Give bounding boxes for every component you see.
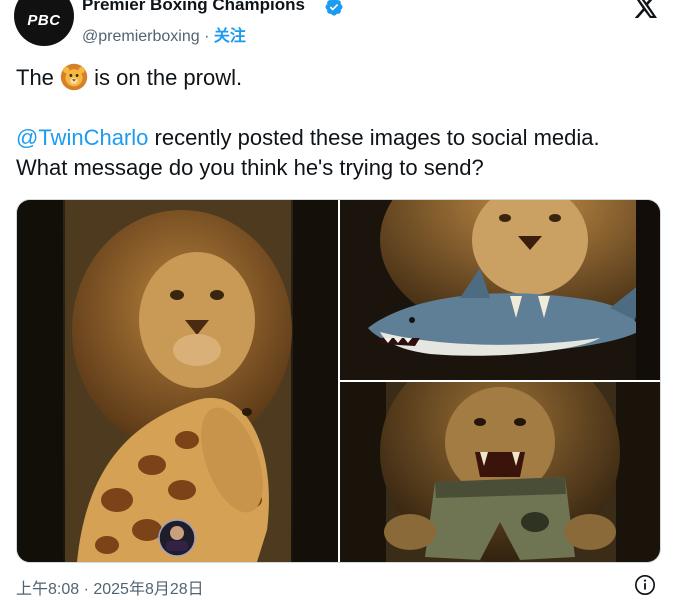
media-image-lion-shorts[interactable] — [340, 382, 660, 562]
avatar[interactable]: PBC — [14, 0, 74, 46]
tweet-text-end: is on the prowl. — [88, 65, 243, 90]
timestamp[interactable]: 上午8:08 · 2025年8月28日 — [16, 575, 204, 599]
tweet-text-start: The — [16, 65, 61, 90]
media-image-lion-giraffe[interactable] — [17, 200, 338, 562]
lion-emoji-icon — [60, 63, 88, 91]
info-icon[interactable] — [634, 574, 656, 596]
tweet-line-1: The is on the prowl. — [16, 63, 656, 93]
handle-row: @premierboxing · 关注 — [82, 22, 246, 46]
verified-badge-icon — [325, 0, 343, 16]
media-grid — [16, 199, 661, 563]
mention-link[interactable]: @TwinCharlo — [16, 125, 148, 150]
x-logo-icon[interactable] — [633, 0, 659, 18]
separator: · — [199, 28, 214, 45]
tweet-text: The is on the prowl. @TwinCharlo recentl… — [16, 63, 656, 183]
lion-giraffe-painting — [17, 200, 338, 562]
lion-shorts-painting — [340, 382, 660, 562]
tweet-card: PBC Premier Boxing Champions @premierbox… — [0, 0, 674, 600]
display-name[interactable]: Premier Boxing Champions — [82, 0, 305, 15]
media-image-lion-shark[interactable] — [340, 200, 660, 380]
tweet-line-2: @TwinCharlo recently posted these images… — [16, 123, 656, 183]
handle[interactable]: @premierboxing — [82, 28, 200, 45]
avatar-logo-text: PBC — [27, 11, 61, 29]
lion-shark-painting — [340, 200, 660, 380]
follow-button[interactable]: 关注 — [214, 28, 246, 45]
